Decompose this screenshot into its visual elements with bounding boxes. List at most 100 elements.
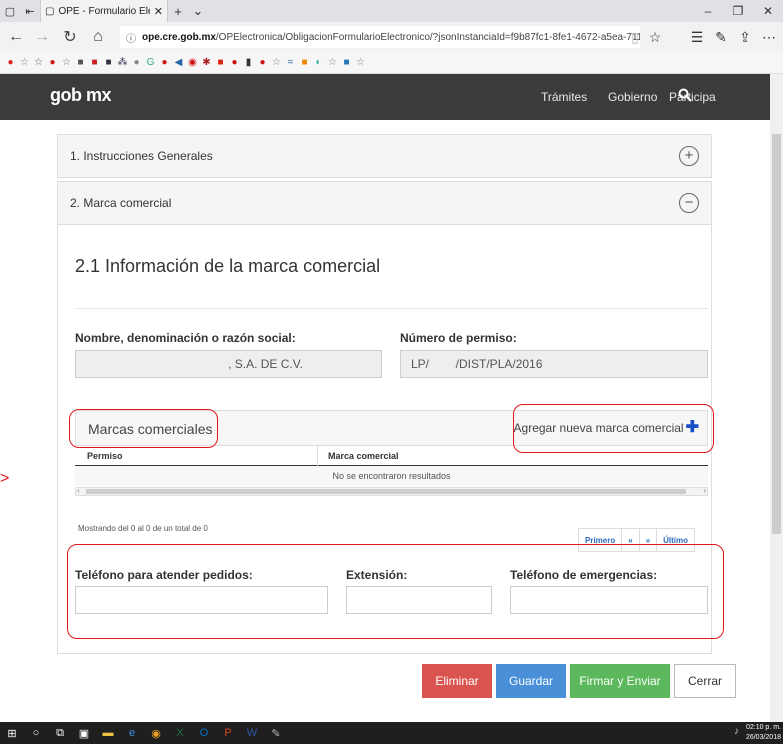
nombre-field[interactable]: , S.A. DE C.V. bbox=[75, 350, 382, 378]
favorite-icon[interactable]: ◐ bbox=[312, 56, 325, 69]
favorite-icon[interactable]: ● bbox=[158, 56, 171, 69]
share-icon[interactable]: ⇪ bbox=[734, 25, 756, 49]
notification-icon[interactable]: ♪ bbox=[734, 726, 739, 737]
scrollbar-thumb[interactable] bbox=[772, 134, 781, 534]
eliminar-button[interactable]: Eliminar bbox=[422, 664, 492, 698]
clock[interactable]: 02:10 p. m. 26/03/2018 bbox=[746, 723, 781, 743]
scrollbar-thumb[interactable] bbox=[86, 489, 686, 494]
favorites-hub-icon[interactable]: ☰ bbox=[686, 25, 708, 49]
column-marca[interactable]: Marca comercial bbox=[328, 451, 399, 461]
favorite-icon[interactable]: ● bbox=[228, 56, 241, 69]
clock-date: 26/03/2018 bbox=[745, 734, 781, 741]
page-prev-button[interactable]: « bbox=[622, 529, 640, 551]
emergencias-input[interactable] bbox=[510, 586, 708, 614]
set-aside-tabs-icon[interactable]: ⇤ bbox=[20, 1, 40, 21]
page-scrollbar[interactable] bbox=[770, 74, 783, 722]
file-explorer-icon[interactable]: ▬ bbox=[96, 722, 120, 744]
favorite-icon[interactable]: ■ bbox=[298, 56, 311, 69]
scroll-left-icon[interactable]: ‹ bbox=[77, 486, 80, 495]
favorite-icon[interactable]: ▮ bbox=[242, 56, 255, 69]
panel-marca-header[interactable]: 2. Marca comercial − bbox=[57, 181, 712, 225]
tab-actions-icon[interactable]: ▢ bbox=[0, 1, 20, 21]
reading-view-icon[interactable]: ▯ bbox=[624, 25, 646, 49]
table-scrollbar[interactable]: ‹ › bbox=[75, 486, 708, 496]
favorite-icon[interactable]: ● bbox=[4, 56, 17, 69]
firmar-enviar-button[interactable]: Firmar y Enviar bbox=[570, 664, 670, 698]
table-header: Permiso Marca comercial bbox=[75, 446, 708, 466]
page-last-button[interactable]: Último bbox=[657, 529, 694, 551]
refresh-icon[interactable]: ↻ bbox=[58, 25, 82, 49]
search-icon[interactable]: ○ bbox=[24, 722, 48, 744]
forward-icon[interactable]: → bbox=[30, 25, 54, 49]
windows-start-icon[interactable]: ⊞ bbox=[0, 722, 24, 744]
task-view-icon[interactable]: ⧉ bbox=[48, 722, 72, 744]
chrome-icon[interactable]: ◉ bbox=[144, 722, 168, 744]
close-window-icon[interactable]: ✕ bbox=[753, 0, 783, 22]
maximize-icon[interactable]: ❐ bbox=[723, 0, 753, 22]
favorite-icon[interactable]: ☆ bbox=[270, 56, 283, 69]
more-icon[interactable]: ⋯ bbox=[758, 25, 780, 49]
back-icon[interactable]: ← bbox=[4, 25, 28, 49]
favorite-icon[interactable]: ■ bbox=[102, 56, 115, 69]
guardar-button[interactable]: Guardar bbox=[496, 664, 566, 698]
app-icon[interactable]: ✎ bbox=[264, 722, 288, 744]
nav-link-participa[interactable]: Participa bbox=[669, 90, 716, 104]
favorite-icon[interactable]: ■ bbox=[74, 56, 87, 69]
pen-icon[interactable]: ✎ bbox=[710, 25, 732, 49]
add-marca-button[interactable]: Agregar nueva marca comercial ✚ bbox=[514, 420, 699, 436]
favorite-icon[interactable]: ☆ bbox=[354, 56, 367, 69]
favorite-star-icon[interactable]: ☆ bbox=[644, 25, 666, 49]
site-logo[interactable]: gob mx bbox=[50, 85, 112, 106]
nav-link-gobierno[interactable]: Gobierno bbox=[608, 90, 657, 104]
favorite-icon[interactable]: ☆ bbox=[60, 56, 73, 69]
scroll-right-icon[interactable]: › bbox=[703, 486, 706, 495]
minimize-icon[interactable]: – bbox=[693, 0, 723, 22]
page-first-button[interactable]: Primero bbox=[579, 529, 623, 551]
expand-icon[interactable]: + bbox=[679, 146, 699, 166]
telefono-label: Teléfono para atender pedidos: bbox=[75, 568, 253, 582]
favorite-icon[interactable]: ☆ bbox=[32, 56, 45, 69]
favorite-icon[interactable]: ■ bbox=[214, 56, 227, 69]
close-tab-icon[interactable]: ✕ bbox=[154, 5, 163, 18]
browser-tab[interactable]: ▢ OPE - Formulario Electr ✕ bbox=[40, 0, 168, 22]
marcas-header: Marcas comerciales Agregar nueva marca c… bbox=[75, 410, 708, 446]
panel-instrucciones-header[interactable]: 1. Instrucciones Generales + bbox=[57, 134, 712, 178]
collapse-icon[interactable]: − bbox=[679, 193, 699, 213]
column-separator bbox=[317, 446, 318, 466]
permiso-field[interactable]: LP/ /DIST/PLA/2016 bbox=[400, 350, 708, 378]
tab-list-chevron-icon[interactable]: ⌄ bbox=[188, 3, 208, 19]
extension-input[interactable] bbox=[346, 586, 492, 614]
column-permiso[interactable]: Permiso bbox=[87, 451, 123, 461]
cerrar-button[interactable]: Cerrar bbox=[674, 664, 736, 698]
favorite-icon[interactable]: ◀ bbox=[172, 56, 185, 69]
panel-title: 2. Marca comercial bbox=[70, 196, 172, 210]
favorite-icon[interactable]: ⁂ bbox=[116, 56, 129, 69]
favorite-icon[interactable]: ● bbox=[46, 56, 59, 69]
url-field[interactable]: ⓘ ope.cre.gob.mx /OPElectronica/Obligaci… bbox=[120, 26, 640, 48]
favorite-icon[interactable]: ◉ bbox=[186, 56, 199, 69]
favorite-icon[interactable]: ☆ bbox=[326, 56, 339, 69]
table-empty-row: No se encontraron resultados bbox=[75, 466, 708, 486]
extension-label: Extensión: bbox=[346, 568, 408, 582]
search-icon[interactable] bbox=[678, 88, 692, 105]
outlook-icon[interactable]: O bbox=[192, 722, 216, 744]
nav-link-tramites[interactable]: Trámites bbox=[541, 90, 587, 104]
favorite-icon[interactable]: G bbox=[144, 56, 157, 69]
favorite-icon[interactable]: ≈ bbox=[284, 56, 297, 69]
app-icon[interactable]: ▣ bbox=[72, 722, 96, 744]
page-next-button[interactable]: » bbox=[640, 529, 658, 551]
new-tab-icon[interactable]: + bbox=[168, 4, 188, 19]
excel-icon[interactable]: X bbox=[168, 722, 192, 744]
favorite-icon[interactable]: ● bbox=[130, 56, 143, 69]
favorite-icon[interactable]: ☆ bbox=[18, 56, 31, 69]
tab-title: OPE - Formulario Electr bbox=[58, 5, 149, 17]
telefono-input[interactable] bbox=[75, 586, 328, 614]
word-icon[interactable]: W bbox=[240, 722, 264, 744]
home-icon[interactable]: ⌂ bbox=[86, 25, 110, 49]
favorite-icon[interactable]: ■ bbox=[340, 56, 353, 69]
edge-icon[interactable]: e bbox=[120, 722, 144, 744]
favorite-icon[interactable]: ✱ bbox=[200, 56, 213, 69]
favorite-icon[interactable]: ● bbox=[256, 56, 269, 69]
favorite-icon[interactable]: ■ bbox=[88, 56, 101, 69]
powerpoint-icon[interactable]: P bbox=[216, 722, 240, 744]
